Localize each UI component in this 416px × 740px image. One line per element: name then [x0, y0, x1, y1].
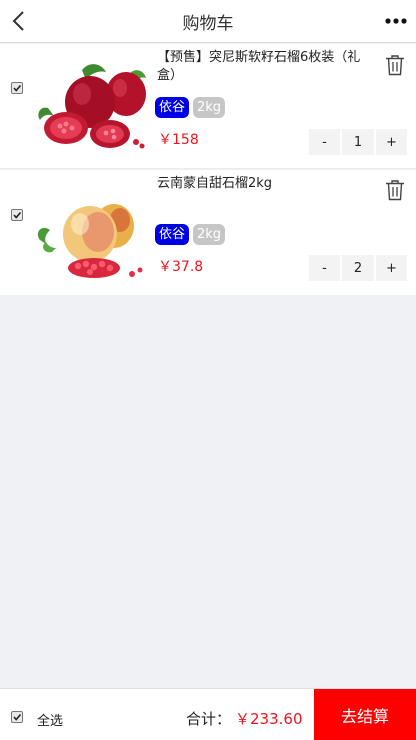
chevron-left-icon[interactable]	[10, 10, 30, 32]
quantity-stepper: - 2 +	[309, 255, 407, 281]
check-icon	[13, 211, 22, 219]
quantity-value[interactable]: 2	[342, 255, 374, 281]
quantity-stepper: - 1 +	[309, 129, 407, 155]
item-price: ￥37.8	[158, 259, 204, 275]
cart-item: 云南蒙自甜石榴2kg 依谷 2kg ￥37.8 - 2 +	[0, 170, 416, 295]
product-name[interactable]: 【预售】突尼斯软籽石榴6枚装（礼盒）	[157, 49, 379, 85]
item-checkbox[interactable]	[11, 82, 23, 94]
trash-icon[interactable]	[385, 54, 405, 76]
check-icon	[13, 84, 22, 92]
spec-tag: 2kg	[193, 97, 226, 118]
check-icon	[13, 713, 22, 721]
top-bar: 购物车	[0, 0, 416, 43]
decrease-button[interactable]: -	[309, 129, 340, 155]
cart-item: 【预售】突尼斯软籽石榴6枚装（礼盒） 依谷 2kg ￥158 - 1 +	[0, 44, 416, 169]
checkout-button[interactable]: 去结算	[314, 689, 416, 740]
spec-tag: 2kg	[193, 224, 226, 245]
brand-tag: 依谷	[155, 97, 190, 118]
checkout-bar: 全选 合计： ￥233.60 去结算	[0, 688, 416, 740]
total-label: 合计：	[186, 710, 232, 728]
quantity-value[interactable]: 1	[342, 129, 374, 155]
brand-tag: 依谷	[155, 224, 190, 245]
more-dots-icon[interactable]	[384, 14, 408, 28]
item-price: ￥158	[158, 132, 199, 148]
total-amount: ￥233.60	[235, 710, 303, 728]
increase-button[interactable]: +	[376, 255, 407, 281]
select-all-label[interactable]: 全选	[37, 710, 63, 729]
select-all-checkbox[interactable]	[11, 711, 23, 723]
decrease-button[interactable]: -	[309, 255, 340, 281]
pomegranate-image[interactable]	[34, 58, 150, 158]
pomegranate-image[interactable]	[34, 184, 150, 284]
trash-icon[interactable]	[385, 179, 405, 201]
item-checkbox[interactable]	[11, 209, 23, 221]
page-title: 购物车	[182, 13, 234, 34]
product-name[interactable]: 云南蒙自甜石榴2kg	[157, 175, 379, 193]
increase-button[interactable]: +	[376, 129, 407, 155]
